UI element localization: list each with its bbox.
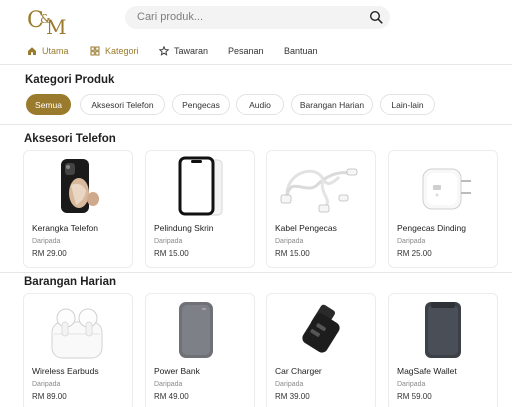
nav-item-tawaran[interactable]: Tawaran bbox=[159, 46, 208, 56]
search-input[interactable]: Cari produk... bbox=[137, 11, 203, 23]
earbuds-icon bbox=[51, 308, 103, 359]
product-seller: Daripada bbox=[397, 238, 426, 245]
product-card[interactable]: Car Charger Daripada RM 39.00 bbox=[266, 293, 376, 407]
section-title-aksesori-telefon: Aksesori Telefon bbox=[24, 133, 116, 145]
product-price: RM 15.00 bbox=[154, 249, 189, 258]
nav-label: Kategori bbox=[105, 46, 139, 56]
star-icon bbox=[159, 46, 169, 56]
chip-pengecas[interactable]: Pengecas bbox=[172, 94, 230, 115]
product-price: RM 49.00 bbox=[154, 392, 189, 401]
nav-item-kategori[interactable]: Kategori bbox=[90, 46, 139, 56]
product-price: RM 89.00 bbox=[32, 392, 67, 401]
nav-label: Pesanan bbox=[228, 46, 264, 56]
nav-divider bbox=[0, 64, 512, 65]
product-card[interactable]: Power Bank Daripada RM 49.00 bbox=[145, 293, 255, 407]
chip-aksesori-telefon[interactable]: Aksesori Telefon bbox=[80, 94, 165, 115]
chip-label: Lain-lain bbox=[391, 99, 424, 110]
nav-label: Tawaran bbox=[174, 46, 209, 56]
chip-label: Pengecas bbox=[182, 99, 220, 110]
chip-audio[interactable]: Audio bbox=[236, 94, 284, 115]
chip-label: Audio bbox=[249, 99, 271, 110]
product-seller: Daripada bbox=[154, 238, 183, 245]
product-card[interactable]: Pengecas Dinding Daripada RM 25.00 bbox=[388, 150, 498, 268]
product-price: RM 39.00 bbox=[275, 392, 310, 401]
power-bank-icon bbox=[179, 302, 213, 358]
product-name: MagSafe Wallet bbox=[397, 366, 457, 376]
product-seller: Daripada bbox=[275, 238, 304, 245]
screen-protector-icon bbox=[178, 156, 223, 216]
home-icon bbox=[28, 47, 36, 55]
product-card[interactable]: MagSafe Wallet Daripada RM 59.00 bbox=[388, 293, 498, 407]
wall-charger-icon bbox=[422, 168, 471, 210]
charging-cable-icon bbox=[280, 168, 358, 213]
main-nav: Utama Kategori Tawaran Pesanan Bantuan bbox=[0, 40, 512, 64]
product-seller: Daripada bbox=[397, 381, 426, 388]
product-card[interactable]: Kabel Pengecas Daripada RM 15.00 bbox=[266, 150, 376, 268]
section-title-barangan-harian: Barangan Harian bbox=[24, 276, 117, 288]
chip-label: Semua bbox=[35, 99, 62, 110]
chip-label: Barangan Harian bbox=[299, 99, 365, 110]
svg-text:M: M bbox=[46, 15, 66, 37]
product-card[interactable]: Pelindung Skrin Daripada RM 15.00 bbox=[145, 150, 255, 268]
product-price: RM 25.00 bbox=[397, 249, 432, 258]
product-card[interactable]: Kerangka Telefon Daripada RM 29.00 bbox=[23, 150, 133, 268]
product-name: Car Charger bbox=[275, 366, 322, 376]
nav-label: Utama bbox=[42, 46, 69, 56]
product-price: RM 59.00 bbox=[397, 392, 432, 401]
product-name: Pelindung Skrin bbox=[154, 223, 214, 233]
car-charger-icon bbox=[302, 304, 340, 353]
product-seller: Daripada bbox=[32, 381, 61, 388]
section-divider bbox=[0, 272, 512, 273]
product-price: RM 15.00 bbox=[275, 249, 310, 258]
chip-semua[interactable]: Semua bbox=[26, 94, 71, 115]
brand-logo[interactable]: C & M bbox=[26, 3, 72, 39]
phone-case-icon bbox=[61, 159, 99, 213]
top-bar: C & M Cari produk... bbox=[0, 0, 512, 40]
product-name: Kerangka Telefon bbox=[32, 223, 99, 233]
product-seller: Daripada bbox=[275, 381, 304, 388]
grid-icon bbox=[90, 46, 100, 56]
nav-label: Bantuan bbox=[284, 46, 318, 56]
product-seller: Daripada bbox=[32, 238, 61, 245]
product-name: Pengecas Dinding bbox=[397, 223, 466, 233]
chips-divider bbox=[0, 124, 512, 125]
product-price: RM 29.00 bbox=[32, 249, 67, 258]
nav-item-utama[interactable]: Utama bbox=[27, 46, 69, 56]
product-seller: Daripada bbox=[154, 381, 183, 388]
chip-label: Aksesori Telefon bbox=[91, 99, 154, 110]
product-name: Power Bank bbox=[154, 366, 200, 376]
product-card[interactable]: Wireless Earbuds Daripada RM 89.00 bbox=[23, 293, 133, 407]
search-bar[interactable]: Cari produk... bbox=[125, 6, 390, 29]
product-name: Wireless Earbuds bbox=[32, 366, 99, 376]
chip-barangan-harian[interactable]: Barangan Harian bbox=[291, 94, 373, 115]
search-icon[interactable] bbox=[369, 10, 383, 24]
product-name: Kabel Pengecas bbox=[275, 223, 337, 233]
magsafe-wallet-icon bbox=[425, 302, 461, 358]
chip-lain-lain[interactable]: Lain-lain bbox=[380, 94, 435, 115]
category-section-title: Kategori Produk bbox=[25, 74, 115, 86]
nav-item-pesanan[interactable]: Pesanan bbox=[228, 46, 264, 56]
nav-item-bantuan[interactable]: Bantuan bbox=[284, 46, 318, 56]
